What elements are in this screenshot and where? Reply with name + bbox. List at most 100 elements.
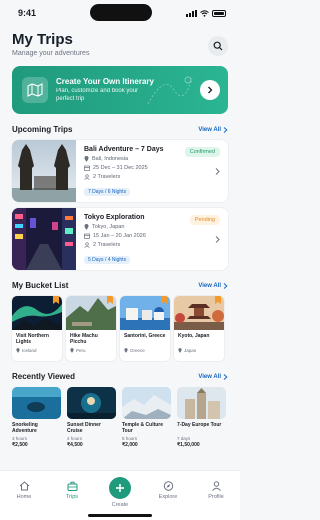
bucket-card[interactable]: Santorini, Greece Greece [120,296,170,361]
recent-price: ₹2,500 [12,442,28,448]
page-title: My Trips [12,31,73,48]
bucket-location: Peru [66,346,116,353]
banner-title: Create Your Own Itinerary [56,76,154,86]
trip-card[interactable]: Bali Adventure – 7 Days Bali, Indonesia … [12,140,228,202]
recent-duration: 5 hours [122,436,138,441]
trip-image-tokyo-street [12,208,76,270]
status-icons [186,9,226,17]
chevron-right-icon [223,373,228,380]
bucket-location: Iceland [12,346,62,353]
trip-dates: 15 Jan – 20 Jan 2026 [84,233,228,239]
recent-item[interactable]: 7-Day Europe Tour 7 days ₹1,50,000 [177,387,226,448]
page-subtitle: Manage your adventures [12,50,90,57]
trip-dates-text: 25 Dec – 31 Dec 2025 [93,165,148,171]
bucket-list: Visit Northern Lights Iceland Hike Machu… [0,290,240,361]
tab-label: Home [16,494,32,500]
view-all-upcoming-link[interactable]: View All [198,127,228,133]
section-title: Recently Viewed [12,372,75,381]
recent-name: Sunset Dinner Cruise [67,422,101,435]
view-all-label: View All [198,282,221,289]
trip-image-bali-temple [12,140,76,202]
recent-name: Temple & Culture Tour [122,422,164,435]
bucket-name: Hike Machu Picchu [70,333,98,346]
chevron-right-icon [215,168,220,175]
battery-icon [212,9,226,17]
chevron-right-icon [223,282,228,289]
recently-viewed-list: Snorkeling Adventure 3 hours ₹2,500 Suns… [0,381,240,448]
trip-duration-chip: 5 Days / 4 Nights [84,256,131,264]
bucket-list-header: My Bucket List View All [0,281,240,290]
tab-label: Trips [65,494,79,500]
section-title: My Bucket List [12,281,69,290]
location-pin-icon [178,348,182,353]
location-pin-icon [16,348,20,353]
recent-duration: 4 hours [67,436,83,441]
recent-price: ₹2,000 [122,442,138,448]
trip-dates: 25 Dec – 31 Dec 2025 [84,165,228,171]
trip-travelers: 2 Travelers [84,242,228,248]
location-pin-icon [84,156,89,162]
chevron-right-icon [223,126,228,133]
recent-item[interactable]: Snorkeling Adventure 3 hours ₹2,500 [12,387,61,448]
home-indicator [88,514,152,517]
trip-travelers-text: 2 Travelers [93,174,121,180]
tab-profile[interactable]: Profile [198,481,234,500]
bucket-name: Visit Northern Lights [16,333,49,346]
tab-create[interactable]: Create [102,477,138,508]
tab-explore[interactable]: Explore [150,481,186,500]
bucket-location-text: Japan [184,348,197,353]
trip-travelers-text: 2 Travelers [93,242,121,248]
recent-item[interactable]: Temple & Culture Tour 5 hours ₹2,000 [122,387,171,448]
user-icon [211,481,221,491]
bucket-location-text: Peru [76,348,86,353]
home-icon [19,481,29,491]
map-icon [22,77,48,103]
search-icon [213,41,223,51]
route-decoration-icon [147,76,193,105]
view-all-label: View All [198,126,221,133]
recent-name: 7-Day Europe Tour [177,422,222,428]
bucket-card[interactable]: Hike Machu Picchu Peru [66,296,116,361]
tab-home[interactable]: Home [6,481,42,500]
create-itinerary-banner[interactable]: Create Your Own Itinerary Plan, customiz… [12,66,228,114]
bucket-name: Kyoto, Japan [178,333,210,339]
travelers-icon [84,242,90,248]
banner-arrow-button[interactable] [200,80,220,100]
view-all-bucket-link[interactable]: View All [198,283,228,289]
bucket-location: Japan [174,346,224,353]
status-badge: Confirmed [184,147,220,157]
trip-card[interactable]: Tokyo Exploration Tokyo, Japan 15 Jan – … [12,208,228,270]
camera-notch [90,4,152,21]
calendar-icon [84,233,90,239]
view-all-recent-link[interactable]: View All [198,374,228,380]
recent-item[interactable]: Sunset Dinner Cruise 4 hours ₹4,500 [67,387,116,448]
banner-description: Plan, customize and book your perfect tr… [56,87,139,102]
recent-price: ₹1,50,000 [177,442,200,448]
trip-location-text: Bali, Indonesia [92,156,129,162]
tab-trips[interactable]: Trips [54,481,90,500]
recent-name: Snorkeling Adventure [12,422,38,435]
page-header: My Trips Manage your adventures [0,26,240,57]
trip-duration-chip: 7 Days / 6 Nights [84,188,131,196]
location-pin-icon [124,348,128,353]
trip-dates-text: 15 Jan – 20 Jan 2026 [93,233,146,239]
tab-label: Profile [208,494,224,500]
calendar-icon [84,165,90,171]
recent-duration: 3 hours [12,436,28,441]
section-title: Upcoming Trips [12,125,73,134]
compass-icon [163,481,173,491]
recent-duration: 7 days [177,436,191,441]
bucket-card[interactable]: Kyoto, Japan Japan [174,296,224,361]
signal-icon [186,9,197,17]
location-pin-icon [70,348,74,353]
bucket-location-text: Greece [130,348,145,353]
tab-label: Create [111,502,129,508]
recent-image-temple-tour [122,387,171,419]
search-button[interactable] [208,36,228,56]
suitcase-icon [67,481,77,491]
create-button[interactable] [109,477,131,499]
wifi-icon [200,9,209,17]
travelers-icon [84,174,90,180]
bucket-location: Greece [120,346,170,353]
bucket-card[interactable]: Visit Northern Lights Iceland [12,296,62,361]
